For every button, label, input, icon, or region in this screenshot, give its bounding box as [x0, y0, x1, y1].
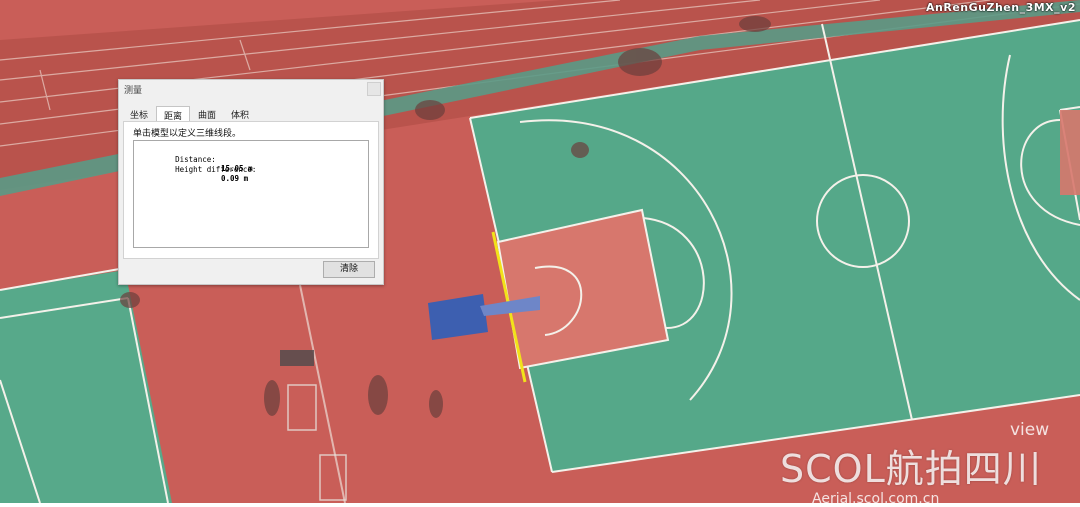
height-difference-label: Height difference:: [175, 165, 257, 174]
measure-tabs: 坐标 距离 曲面 体积: [123, 106, 257, 123]
measure-dialog: 测量 坐标 距离 曲面 体积 单击模型以定义三维线段。 Distance: 15…: [118, 79, 384, 285]
result-textbox[interactable]: Distance: 15.05 m Height difference: 0.0…: [133, 140, 369, 248]
distance-panel: 单击模型以定义三维线段。 Distance: 15.05 m Height di…: [123, 121, 379, 259]
close-icon[interactable]: [367, 82, 381, 96]
tab-surface[interactable]: 曲面: [191, 106, 223, 122]
height-difference-row: Height difference: 0.09 m: [139, 156, 256, 192]
watermark-view: view: [1010, 420, 1050, 440]
model-title: AnRenGuZhen_3MX_v2: [926, 1, 1076, 14]
tab-coordinates[interactable]: 坐标: [123, 106, 155, 122]
instruction-text: 单击模型以定义三维线段。: [133, 129, 242, 139]
watermark-sub: Aerial.scol.com.cn: [812, 491, 940, 507]
height-difference-value: 0.09 m: [221, 174, 249, 183]
watermark-main: SCOL航拍四川: [780, 447, 1042, 491]
tab-volume[interactable]: 体积: [224, 106, 256, 122]
dialog-title: 测量: [124, 86, 143, 96]
clear-button[interactable]: 清除: [323, 261, 375, 278]
